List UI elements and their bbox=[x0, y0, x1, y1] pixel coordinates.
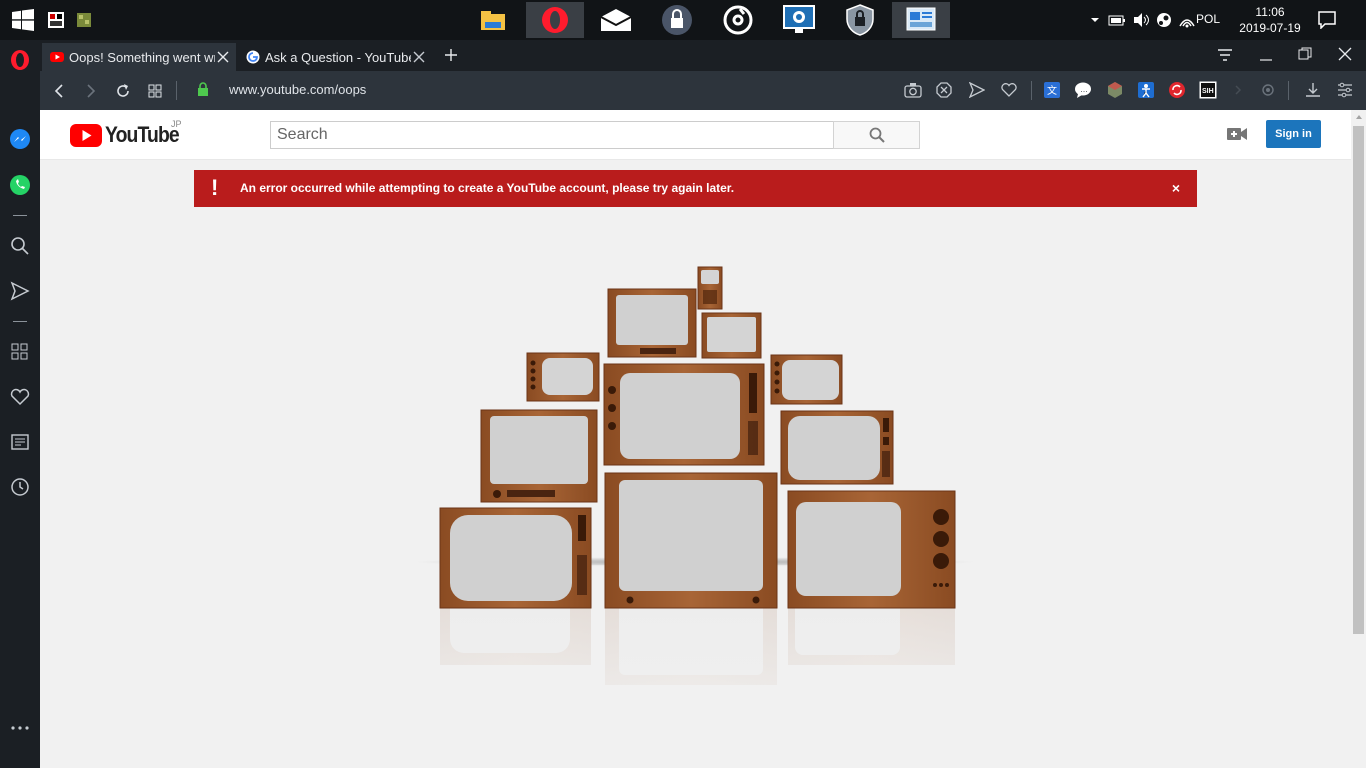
opera-taskbar-icon[interactable] bbox=[526, 2, 584, 38]
sidebar-more-icon[interactable] bbox=[8, 716, 32, 740]
address-separator bbox=[176, 81, 177, 100]
history-clock-icon[interactable] bbox=[8, 475, 32, 499]
upload-video-icon[interactable] bbox=[1227, 126, 1247, 142]
toolbar-separator bbox=[1031, 81, 1032, 100]
youtube-play-icon bbox=[70, 123, 102, 147]
youtube-wordmark: YouTube bbox=[105, 122, 180, 147]
file-explorer-icon[interactable] bbox=[464, 2, 522, 38]
whatsapp-icon[interactable] bbox=[8, 173, 32, 197]
bookmarks-heart-icon[interactable] bbox=[8, 385, 32, 409]
sidebar-separator bbox=[13, 215, 27, 216]
sign-in-button[interactable]: Sign in bbox=[1266, 120, 1321, 148]
svg-text:…: … bbox=[1080, 85, 1088, 94]
tab-menu-icon[interactable] bbox=[1217, 48, 1233, 62]
error-alert: ! An error occurred while attempting to … bbox=[194, 170, 1197, 207]
opera-menu-icon[interactable] bbox=[8, 48, 32, 72]
volume-icon[interactable] bbox=[1132, 12, 1150, 28]
hotkey-app-icon[interactable] bbox=[42, 2, 70, 38]
system-clock[interactable]: 11:06 2019-07-19 bbox=[1238, 4, 1302, 36]
mail-icon[interactable] bbox=[587, 2, 645, 38]
security-shield-icon[interactable] bbox=[831, 2, 889, 38]
broken-tvs-illustration bbox=[415, 266, 975, 735]
url-text[interactable]: www.youtube.com/oops bbox=[229, 82, 366, 97]
record-extension-icon[interactable] bbox=[1261, 83, 1275, 97]
sync-extension-icon[interactable] bbox=[1168, 81, 1186, 99]
restore-window-icon[interactable] bbox=[1298, 47, 1312, 61]
svg-text:SIH: SIH bbox=[1202, 88, 1214, 95]
svg-text:文: 文 bbox=[1047, 84, 1057, 97]
language-indicator[interactable]: POL bbox=[1196, 12, 1220, 26]
close-alert-button[interactable]: × bbox=[1172, 180, 1180, 196]
close-window-icon[interactable] bbox=[1338, 47, 1352, 61]
chat-extension-icon[interactable]: … bbox=[1074, 81, 1092, 99]
sidebar-separator bbox=[13, 321, 27, 322]
easy-setup-icon[interactable] bbox=[1337, 82, 1353, 98]
google-icon bbox=[246, 50, 260, 64]
search-input[interactable]: Search bbox=[270, 121, 834, 149]
tab-bar: Oops! Something went wro Ask a Question … bbox=[40, 40, 1366, 71]
new-tab-plus-icon[interactable] bbox=[444, 48, 458, 62]
control-panel-icon[interactable] bbox=[892, 2, 950, 38]
tray-expand-icon[interactable] bbox=[1090, 15, 1100, 25]
downloads-icon[interactable] bbox=[1305, 82, 1321, 98]
youtube-logo[interactable]: YouTube JP bbox=[70, 119, 189, 148]
windows-taskbar: POL 11:06 2019-07-19 bbox=[0, 0, 1366, 40]
wifi-icon[interactable] bbox=[1178, 12, 1196, 28]
remote-desktop-icon[interactable] bbox=[770, 2, 828, 38]
youtube-header: YouTube JP Search Sign in bbox=[40, 110, 1351, 160]
steam-icon[interactable] bbox=[1156, 12, 1172, 28]
vpn-lock-icon[interactable] bbox=[648, 2, 706, 38]
search-icon bbox=[869, 127, 885, 143]
youtube-icon bbox=[50, 52, 64, 62]
speed-dial-icon[interactable] bbox=[8, 340, 32, 364]
search-button[interactable] bbox=[833, 121, 920, 149]
search-icon[interactable] bbox=[8, 234, 32, 258]
battery-icon[interactable] bbox=[1108, 13, 1126, 27]
close-tab-icon[interactable] bbox=[216, 50, 230, 64]
cube-extension-icon[interactable] bbox=[1106, 81, 1124, 99]
scroll-up-arrow-icon[interactable] bbox=[1355, 114, 1363, 120]
translate-extension-icon[interactable]: 文 bbox=[1043, 81, 1061, 99]
close-tab-icon[interactable] bbox=[412, 50, 426, 64]
tab-ask-question[interactable]: Ask a Question - YouTube H bbox=[238, 43, 432, 71]
error-icon: ! bbox=[211, 175, 219, 200]
minecraft-block-icon[interactable] bbox=[70, 2, 98, 38]
snapshot-camera-icon[interactable] bbox=[904, 82, 922, 98]
tabs-grid-icon[interactable] bbox=[144, 80, 166, 102]
youtube-page: YouTube JP Search Sign in ! An error occ… bbox=[40, 110, 1351, 768]
tab-title: Oops! Something went wro bbox=[69, 49, 215, 65]
tab-oops[interactable]: Oops! Something went wro bbox=[42, 43, 236, 71]
flow-send-icon[interactable] bbox=[8, 279, 32, 303]
sih-extension-icon[interactable]: SIH bbox=[1198, 80, 1218, 100]
news-icon[interactable] bbox=[8, 430, 32, 454]
groove-music-icon[interactable] bbox=[709, 2, 767, 38]
region-label: JP bbox=[171, 119, 182, 129]
adblock-icon[interactable] bbox=[936, 82, 952, 98]
toolbar-separator bbox=[1288, 81, 1289, 100]
minimize-window-icon[interactable] bbox=[1259, 48, 1273, 62]
opera-sidebar bbox=[0, 40, 40, 768]
messenger-icon[interactable] bbox=[8, 128, 32, 152]
bookmark-heart-icon[interactable] bbox=[1001, 82, 1017, 97]
clock-date: 2019-07-19 bbox=[1239, 21, 1301, 35]
clock-time: 11:06 bbox=[1255, 5, 1285, 19]
notifications-icon[interactable] bbox=[1318, 11, 1336, 29]
hidden-extension-icon[interactable] bbox=[1233, 84, 1243, 96]
windows-start-icon[interactable] bbox=[11, 8, 35, 32]
accessibility-extension-icon[interactable] bbox=[1137, 81, 1155, 99]
page-scrollbar[interactable] bbox=[1351, 110, 1366, 768]
reload-icon[interactable] bbox=[112, 80, 134, 102]
address-bar: www.youtube.com/oops 文 … SIH bbox=[40, 71, 1366, 110]
back-icon[interactable] bbox=[48, 80, 70, 102]
scrollbar-thumb[interactable] bbox=[1353, 126, 1364, 634]
error-message: An error occurred while attempting to cr… bbox=[240, 181, 735, 195]
tab-title: Ask a Question - YouTube H bbox=[265, 49, 411, 65]
send-to-flow-icon[interactable] bbox=[969, 82, 985, 98]
forward-icon[interactable] bbox=[80, 80, 102, 102]
secure-lock-icon[interactable] bbox=[197, 82, 209, 97]
